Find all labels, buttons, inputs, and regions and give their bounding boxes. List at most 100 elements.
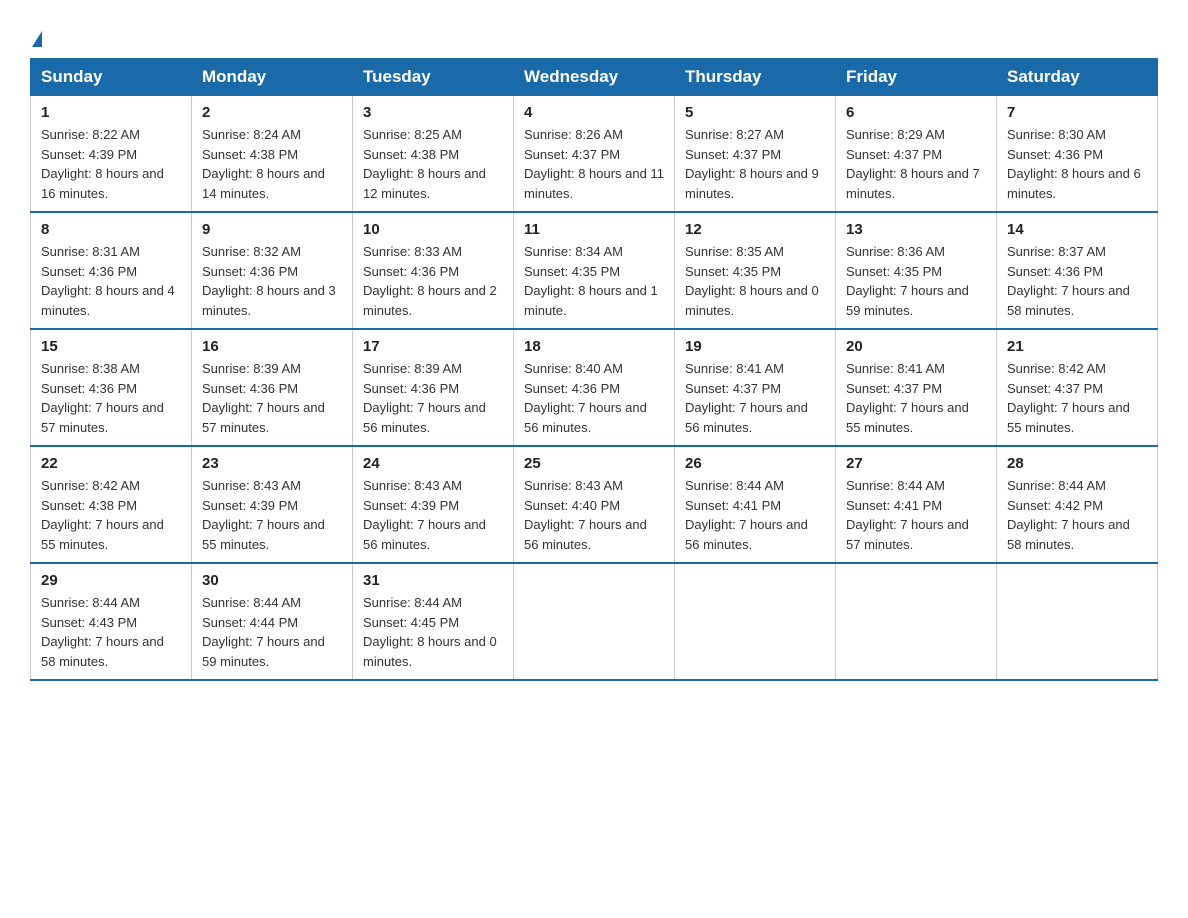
day-info: Sunrise: 8:39 AMSunset: 4:36 PMDaylight:… bbox=[202, 361, 325, 435]
day-info: Sunrise: 8:43 AMSunset: 4:39 PMDaylight:… bbox=[202, 478, 325, 552]
day-number: 22 bbox=[41, 455, 181, 472]
day-number: 14 bbox=[1007, 221, 1147, 238]
day-cell: 3 Sunrise: 8:25 AMSunset: 4:38 PMDayligh… bbox=[353, 96, 514, 213]
header-day-wednesday: Wednesday bbox=[514, 59, 675, 96]
day-number: 25 bbox=[524, 455, 664, 472]
day-cell: 24 Sunrise: 8:43 AMSunset: 4:39 PMDaylig… bbox=[353, 446, 514, 563]
day-number: 16 bbox=[202, 338, 342, 355]
day-info: Sunrise: 8:33 AMSunset: 4:36 PMDaylight:… bbox=[363, 244, 497, 318]
day-cell: 8 Sunrise: 8:31 AMSunset: 4:36 PMDayligh… bbox=[31, 212, 192, 329]
day-cell: 12 Sunrise: 8:35 AMSunset: 4:35 PMDaylig… bbox=[675, 212, 836, 329]
day-cell: 30 Sunrise: 8:44 AMSunset: 4:44 PMDaylig… bbox=[192, 563, 353, 680]
week-row-1: 1 Sunrise: 8:22 AMSunset: 4:39 PMDayligh… bbox=[31, 96, 1158, 213]
day-info: Sunrise: 8:42 AMSunset: 4:38 PMDaylight:… bbox=[41, 478, 164, 552]
day-number: 31 bbox=[363, 572, 503, 589]
day-number: 11 bbox=[524, 221, 664, 238]
day-number: 29 bbox=[41, 572, 181, 589]
day-info: Sunrise: 8:40 AMSunset: 4:36 PMDaylight:… bbox=[524, 361, 647, 435]
day-cell: 9 Sunrise: 8:32 AMSunset: 4:36 PMDayligh… bbox=[192, 212, 353, 329]
day-info: Sunrise: 8:44 AMSunset: 4:45 PMDaylight:… bbox=[363, 595, 497, 669]
day-number: 19 bbox=[685, 338, 825, 355]
day-cell: 22 Sunrise: 8:42 AMSunset: 4:38 PMDaylig… bbox=[31, 446, 192, 563]
calendar-header: SundayMondayTuesdayWednesdayThursdayFrid… bbox=[31, 59, 1158, 96]
day-cell: 18 Sunrise: 8:40 AMSunset: 4:36 PMDaylig… bbox=[514, 329, 675, 446]
day-number: 27 bbox=[846, 455, 986, 472]
day-info: Sunrise: 8:44 AMSunset: 4:43 PMDaylight:… bbox=[41, 595, 164, 669]
logo-top-row bbox=[30, 20, 42, 48]
day-number: 3 bbox=[363, 104, 503, 121]
day-number: 17 bbox=[363, 338, 503, 355]
header-day-monday: Monday bbox=[192, 59, 353, 96]
day-cell: 11 Sunrise: 8:34 AMSunset: 4:35 PMDaylig… bbox=[514, 212, 675, 329]
day-info: Sunrise: 8:31 AMSunset: 4:36 PMDaylight:… bbox=[41, 244, 175, 318]
day-info: Sunrise: 8:39 AMSunset: 4:36 PMDaylight:… bbox=[363, 361, 486, 435]
day-cell: 2 Sunrise: 8:24 AMSunset: 4:38 PMDayligh… bbox=[192, 96, 353, 213]
day-info: Sunrise: 8:27 AMSunset: 4:37 PMDaylight:… bbox=[685, 127, 819, 201]
day-number: 30 bbox=[202, 572, 342, 589]
day-info: Sunrise: 8:41 AMSunset: 4:37 PMDaylight:… bbox=[846, 361, 969, 435]
day-number: 10 bbox=[363, 221, 503, 238]
week-row-3: 15 Sunrise: 8:38 AMSunset: 4:36 PMDaylig… bbox=[31, 329, 1158, 446]
header-day-tuesday: Tuesday bbox=[353, 59, 514, 96]
day-info: Sunrise: 8:43 AMSunset: 4:39 PMDaylight:… bbox=[363, 478, 486, 552]
day-number: 13 bbox=[846, 221, 986, 238]
day-info: Sunrise: 8:24 AMSunset: 4:38 PMDaylight:… bbox=[202, 127, 325, 201]
day-number: 15 bbox=[41, 338, 181, 355]
day-number: 5 bbox=[685, 104, 825, 121]
day-number: 24 bbox=[363, 455, 503, 472]
day-cell: 25 Sunrise: 8:43 AMSunset: 4:40 PMDaylig… bbox=[514, 446, 675, 563]
header-day-sunday: Sunday bbox=[31, 59, 192, 96]
day-cell: 13 Sunrise: 8:36 AMSunset: 4:35 PMDaylig… bbox=[836, 212, 997, 329]
day-number: 8 bbox=[41, 221, 181, 238]
day-number: 6 bbox=[846, 104, 986, 121]
day-cell: 1 Sunrise: 8:22 AMSunset: 4:39 PMDayligh… bbox=[31, 96, 192, 213]
day-cell: 6 Sunrise: 8:29 AMSunset: 4:37 PMDayligh… bbox=[836, 96, 997, 213]
day-cell: 4 Sunrise: 8:26 AMSunset: 4:37 PMDayligh… bbox=[514, 96, 675, 213]
day-number: 26 bbox=[685, 455, 825, 472]
day-cell: 31 Sunrise: 8:44 AMSunset: 4:45 PMDaylig… bbox=[353, 563, 514, 680]
day-info: Sunrise: 8:44 AMSunset: 4:42 PMDaylight:… bbox=[1007, 478, 1130, 552]
day-cell: 7 Sunrise: 8:30 AMSunset: 4:36 PMDayligh… bbox=[997, 96, 1158, 213]
day-info: Sunrise: 8:25 AMSunset: 4:38 PMDaylight:… bbox=[363, 127, 486, 201]
day-number: 20 bbox=[846, 338, 986, 355]
day-info: Sunrise: 8:44 AMSunset: 4:41 PMDaylight:… bbox=[685, 478, 808, 552]
day-info: Sunrise: 8:43 AMSunset: 4:40 PMDaylight:… bbox=[524, 478, 647, 552]
calendar-body: 1 Sunrise: 8:22 AMSunset: 4:39 PMDayligh… bbox=[31, 96, 1158, 681]
day-cell: 26 Sunrise: 8:44 AMSunset: 4:41 PMDaylig… bbox=[675, 446, 836, 563]
day-cell bbox=[514, 563, 675, 680]
page-header bbox=[30, 20, 1158, 48]
day-number: 18 bbox=[524, 338, 664, 355]
header-row: SundayMondayTuesdayWednesdayThursdayFrid… bbox=[31, 59, 1158, 96]
day-cell: 20 Sunrise: 8:41 AMSunset: 4:37 PMDaylig… bbox=[836, 329, 997, 446]
day-number: 4 bbox=[524, 104, 664, 121]
day-cell: 15 Sunrise: 8:38 AMSunset: 4:36 PMDaylig… bbox=[31, 329, 192, 446]
week-row-2: 8 Sunrise: 8:31 AMSunset: 4:36 PMDayligh… bbox=[31, 212, 1158, 329]
week-row-4: 22 Sunrise: 8:42 AMSunset: 4:38 PMDaylig… bbox=[31, 446, 1158, 563]
day-info: Sunrise: 8:36 AMSunset: 4:35 PMDaylight:… bbox=[846, 244, 969, 318]
day-cell: 29 Sunrise: 8:44 AMSunset: 4:43 PMDaylig… bbox=[31, 563, 192, 680]
day-number: 21 bbox=[1007, 338, 1147, 355]
day-cell: 16 Sunrise: 8:39 AMSunset: 4:36 PMDaylig… bbox=[192, 329, 353, 446]
day-cell: 21 Sunrise: 8:42 AMSunset: 4:37 PMDaylig… bbox=[997, 329, 1158, 446]
day-info: Sunrise: 8:38 AMSunset: 4:36 PMDaylight:… bbox=[41, 361, 164, 435]
header-day-saturday: Saturday bbox=[997, 59, 1158, 96]
day-info: Sunrise: 8:44 AMSunset: 4:44 PMDaylight:… bbox=[202, 595, 325, 669]
day-number: 23 bbox=[202, 455, 342, 472]
day-cell: 28 Sunrise: 8:44 AMSunset: 4:42 PMDaylig… bbox=[997, 446, 1158, 563]
logo bbox=[30, 20, 42, 48]
header-day-thursday: Thursday bbox=[675, 59, 836, 96]
day-cell: 19 Sunrise: 8:41 AMSunset: 4:37 PMDaylig… bbox=[675, 329, 836, 446]
day-cell: 17 Sunrise: 8:39 AMSunset: 4:36 PMDaylig… bbox=[353, 329, 514, 446]
day-number: 12 bbox=[685, 221, 825, 238]
day-info: Sunrise: 8:35 AMSunset: 4:35 PMDaylight:… bbox=[685, 244, 819, 318]
day-cell: 27 Sunrise: 8:44 AMSunset: 4:41 PMDaylig… bbox=[836, 446, 997, 563]
day-info: Sunrise: 8:29 AMSunset: 4:37 PMDaylight:… bbox=[846, 127, 980, 201]
calendar-table: SundayMondayTuesdayWednesdayThursdayFrid… bbox=[30, 58, 1158, 681]
day-number: 1 bbox=[41, 104, 181, 121]
day-cell bbox=[836, 563, 997, 680]
day-info: Sunrise: 8:37 AMSunset: 4:36 PMDaylight:… bbox=[1007, 244, 1130, 318]
week-row-5: 29 Sunrise: 8:44 AMSunset: 4:43 PMDaylig… bbox=[31, 563, 1158, 680]
day-info: Sunrise: 8:34 AMSunset: 4:35 PMDaylight:… bbox=[524, 244, 658, 318]
day-info: Sunrise: 8:22 AMSunset: 4:39 PMDaylight:… bbox=[41, 127, 164, 201]
day-cell bbox=[997, 563, 1158, 680]
